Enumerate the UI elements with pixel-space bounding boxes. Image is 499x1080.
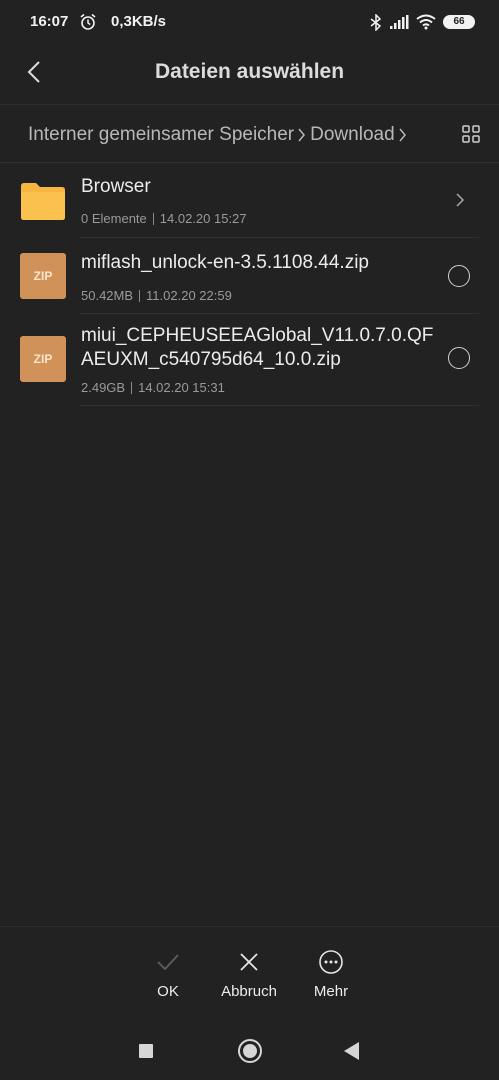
signal-icon bbox=[390, 14, 409, 29]
list-item-folder[interactable]: Browser 0 Elemente 14.02.20 15:27 bbox=[0, 162, 499, 238]
header: Dateien auswählen bbox=[0, 44, 499, 104]
file-size: 0 Elemente bbox=[81, 211, 147, 226]
chevron-right-icon bbox=[456, 193, 465, 207]
screen: 16:07 0,3KB/s 66 Dateien auswählen Inter… bbox=[0, 0, 499, 1080]
breadcrumb: Interner gemeinsamer Speicher Download bbox=[28, 122, 411, 148]
row-divider bbox=[80, 405, 479, 406]
zip-file-icon: ZIP bbox=[20, 253, 66, 299]
navigation-bar bbox=[0, 1016, 499, 1080]
zip-file-icon: ZIP bbox=[20, 336, 66, 382]
page-title: Dateien auswählen bbox=[154, 60, 345, 83]
cancel-label: Abbruch bbox=[221, 983, 277, 1000]
file-date: 14.02.20 15:31 bbox=[138, 380, 225, 395]
list-item-file[interactable]: ZIP miui_CEPHEUSEEAGlobal_V11.0.7.0.QFAE… bbox=[0, 314, 499, 406]
meta-separator bbox=[152, 212, 154, 225]
more-label: Mehr bbox=[313, 983, 349, 1000]
nav-back-button[interactable] bbox=[344, 1042, 359, 1060]
grid-view-icon[interactable] bbox=[461, 124, 481, 144]
header-divider bbox=[0, 104, 499, 105]
breadcrumb-item-internal-storage[interactable]: Interner gemeinsamer Speicher bbox=[28, 124, 294, 146]
status-bar: 16:07 0,3KB/s 66 bbox=[0, 0, 499, 44]
folder-icon bbox=[21, 183, 65, 220]
cancel-button[interactable]: Abbruch bbox=[209, 949, 289, 1000]
file-size: 50.42MB bbox=[81, 288, 134, 303]
recents-button[interactable] bbox=[139, 1044, 153, 1058]
ok-button[interactable]: OK bbox=[128, 949, 208, 1000]
file-name: Browser bbox=[81, 176, 151, 197]
breadcrumb-item-download[interactable]: Download bbox=[310, 124, 395, 146]
meta-separator bbox=[131, 381, 133, 394]
file-date: 14.02.20 15:27 bbox=[159, 211, 247, 226]
chevron-right-icon bbox=[399, 128, 406, 142]
file-meta: 2.49GB 14.02.20 15:31 bbox=[81, 380, 225, 395]
close-icon bbox=[240, 953, 258, 971]
bluetooth-icon bbox=[370, 13, 382, 31]
action-bar: OK Abbruch Mehr bbox=[0, 926, 499, 1016]
ok-label: OK bbox=[157, 983, 179, 1000]
list-item-file[interactable]: ZIP miflash_unlock-en-3.5.1108.44.zip 50… bbox=[0, 238, 499, 314]
file-meta: 50.42MB 11.02.20 22:59 bbox=[81, 288, 232, 303]
status-icons: 66 bbox=[370, 12, 475, 32]
meta-separator bbox=[139, 289, 141, 302]
select-radio[interactable] bbox=[448, 347, 470, 369]
more-button[interactable]: Mehr bbox=[291, 949, 371, 1000]
file-name: miui_CEPHEUSEEAGlobal_V11.0.7.0.QFAEUXM_… bbox=[81, 325, 434, 370]
network-speed: 0,3KB/s bbox=[111, 13, 167, 30]
file-list: Browser 0 Elemente 14.02.20 15:27 ZIP mi… bbox=[0, 162, 499, 406]
home-button[interactable] bbox=[238, 1039, 262, 1063]
alarm-icon bbox=[80, 13, 96, 30]
file-size: 2.49GB bbox=[81, 380, 126, 395]
wifi-icon bbox=[416, 14, 436, 30]
status-time: 16:07 bbox=[30, 13, 69, 30]
battery-icon: 66 bbox=[443, 15, 475, 29]
chevron-right-icon bbox=[298, 128, 306, 142]
file-date: 11.02.20 22:59 bbox=[146, 288, 232, 303]
more-icon bbox=[319, 950, 343, 974]
file-name: miflash_unlock-en-3.5.1108.44.zip bbox=[81, 252, 369, 273]
select-radio[interactable] bbox=[448, 265, 470, 287]
check-icon bbox=[157, 954, 179, 971]
file-meta: 0 Elemente 14.02.20 15:27 bbox=[81, 211, 247, 226]
